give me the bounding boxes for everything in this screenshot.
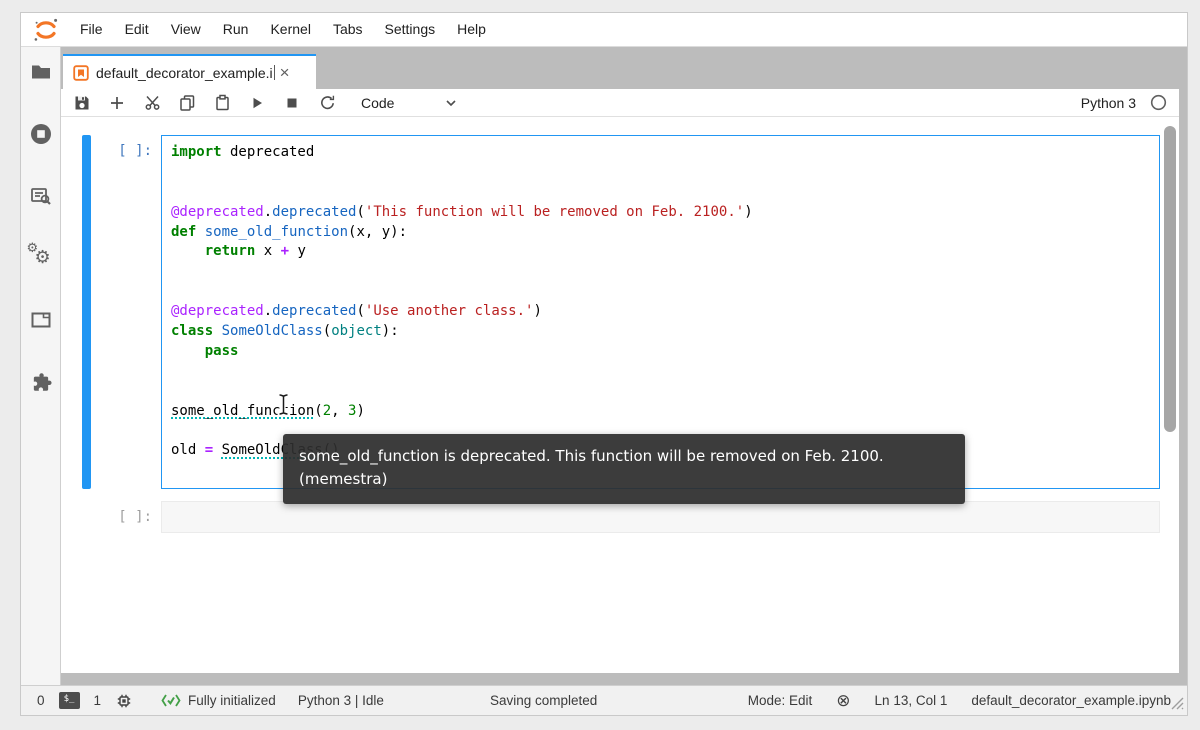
- code-line[interactable]: return x + y: [171, 242, 1155, 262]
- cell-collapser[interactable]: [82, 135, 91, 490]
- cell-type-value: Code: [361, 94, 395, 111]
- tab-close-icon[interactable]: ×: [278, 64, 292, 81]
- run-cell-button[interactable]: [248, 94, 266, 112]
- dock-panel: default_decorator_example.i × Code Pytho…: [61, 47, 1187, 685]
- tab-bar: default_decorator_example.i ×: [61, 47, 1179, 89]
- lsp-status[interactable]: Fully initialized: [161, 693, 276, 708]
- command-mode-indicator[interactable]: Mode: Edit: [748, 693, 813, 708]
- notebook-file-icon: [73, 64, 89, 81]
- jupyterlab-window: File Edit View Run Kernel Tabs Settings …: [20, 12, 1188, 716]
- menu-edit[interactable]: Edit: [114, 13, 160, 46]
- empty-code-editor[interactable]: [161, 501, 1160, 534]
- open-tabs-icon[interactable]: [28, 307, 54, 333]
- file-browser-icon[interactable]: [28, 59, 54, 85]
- save-status-text: Saving completed: [490, 693, 598, 708]
- menu-settings[interactable]: Settings: [374, 13, 447, 46]
- resize-grip-icon[interactable]: [1169, 695, 1184, 713]
- code-line[interactable]: [171, 282, 1155, 302]
- property-inspector-icon[interactable]: [28, 183, 54, 209]
- lsp-check-icon: [161, 694, 181, 707]
- code-line[interactable]: [171, 362, 1155, 382]
- notebook-toolbar: Code Python 3: [61, 89, 1179, 117]
- kernel-status-text[interactable]: Python 3 | Idle: [298, 693, 384, 708]
- menu-file[interactable]: File: [69, 13, 114, 46]
- jupyter-logo-icon: [31, 16, 61, 44]
- code-cell-2: [ ]:: [61, 501, 1179, 534]
- tab-text-cursor: [273, 65, 275, 80]
- notebook-content: [ ]: import deprecated @deprecated.deprec…: [61, 117, 1179, 673]
- tooltip-line2: (memestra): [299, 470, 388, 488]
- code-line[interactable]: pass: [171, 342, 1155, 362]
- terminal-session-count[interactable]: 1: [94, 693, 102, 708]
- menu-help[interactable]: Help: [446, 13, 497, 46]
- notebook-tab[interactable]: default_decorator_example.i ×: [63, 54, 316, 89]
- menu-kernel[interactable]: Kernel: [259, 13, 321, 46]
- kernel-session-count[interactable]: 0: [37, 693, 45, 708]
- copy-cells-button[interactable]: [178, 94, 196, 112]
- code-line[interactable]: [171, 183, 1155, 203]
- input-prompt: [ ]:: [118, 143, 152, 159]
- lsp-status-text: Fully initialized: [188, 693, 276, 708]
- input-prompt-2: [ ]:: [118, 509, 152, 526]
- menu-view[interactable]: View: [160, 13, 212, 46]
- cursor-position[interactable]: Ln 13, Col 1: [875, 693, 948, 708]
- cell-type-dropdown[interactable]: Code: [361, 95, 458, 111]
- statusbar-filename: default_decorator_example.ipynb: [971, 693, 1171, 708]
- settings-gears-icon[interactable]: ⚙ ⚙: [27, 241, 54, 271]
- code-line[interactable]: class SomeOldClass(object):: [171, 322, 1155, 342]
- cut-cells-button[interactable]: [143, 94, 161, 112]
- interrupt-kernel-button[interactable]: [283, 94, 301, 112]
- tooltip-line1: some_old_function is deprecated. This fu…: [299, 447, 884, 465]
- large-gear-icon: ⚙: [34, 247, 51, 268]
- menu-tabs[interactable]: Tabs: [322, 13, 374, 46]
- chevron-down-icon: [444, 96, 458, 110]
- code-line[interactable]: @deprecated.deprecated('Use another clas…: [171, 302, 1155, 322]
- vertical-scrollbar-thumb[interactable]: [1164, 126, 1176, 432]
- terminal-icon: $_: [58, 692, 80, 709]
- not-trusted-icon[interactable]: ⊗: [836, 691, 850, 711]
- restart-kernel-button[interactable]: [318, 94, 336, 112]
- menu-bar: File Edit View Run Kernel Tabs Settings …: [21, 13, 1187, 47]
- menu-run[interactable]: Run: [212, 13, 260, 46]
- kernel-name-button[interactable]: Python 3: [1081, 95, 1136, 111]
- code-line[interactable]: def some_old_function(x, y):: [171, 223, 1155, 243]
- deprecation-tooltip: some_old_function is deprecated. This fu…: [283, 434, 965, 504]
- add-cell-button[interactable]: [108, 94, 126, 112]
- extension-manager-icon[interactable]: [28, 369, 54, 395]
- code-line[interactable]: [171, 382, 1155, 402]
- mouse-cursor-ibeam: [276, 392, 291, 421]
- paste-cells-button[interactable]: [213, 94, 231, 112]
- bug-icon[interactable]: [115, 692, 133, 710]
- kernel-status-icon[interactable]: [1150, 94, 1167, 111]
- cell-collapser-2[interactable]: [82, 501, 91, 533]
- code-line[interactable]: import deprecated: [171, 143, 1155, 163]
- code-line[interactable]: [171, 262, 1155, 282]
- tab-title: default_decorator_example.i: [96, 64, 273, 81]
- status-bar: 0 $_ 1 Fully initialized Python 3 | Idle…: [21, 685, 1187, 715]
- left-sidebar: ⚙ ⚙: [21, 47, 61, 685]
- code-line[interactable]: @deprecated.deprecated('This function wi…: [171, 203, 1155, 223]
- code-line[interactable]: [171, 163, 1155, 183]
- running-sessions-icon[interactable]: [28, 121, 54, 147]
- main-area: ⚙ ⚙ default_decorator_example.i × Code P…: [21, 47, 1187, 685]
- code-line[interactable]: some_old_function(2, 3): [171, 402, 1155, 422]
- code-lines: import deprecated @deprecated.deprecated(…: [171, 143, 1155, 481]
- save-button[interactable]: [73, 94, 91, 112]
